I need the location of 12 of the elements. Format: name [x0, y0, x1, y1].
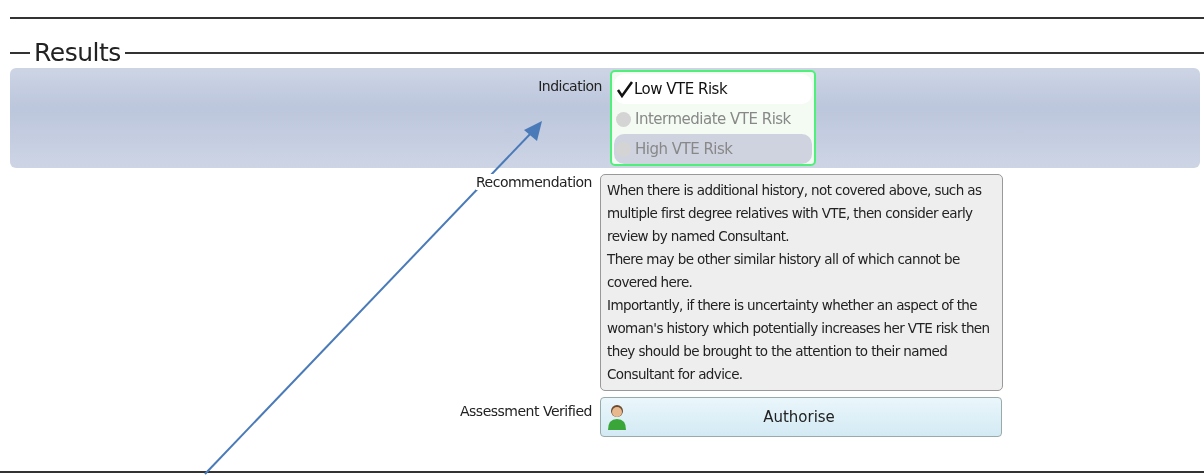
recommendation-paragraph: When there is additional history, not covered above, such as multiple first degree relatives with VTE, then consider early review by named Consultant.: [607, 181, 983, 246]
option-label: Intermediate VTE Risk: [635, 108, 791, 130]
recommendation-paragraph: Importantly, if there is uncertainty whether an aspect of the woman's history which potentially increases her VTE risk then they should be brought to the attention to their named Consultant for advice.: [607, 296, 991, 384]
field-label: Indication: [538, 78, 602, 94]
section-title: Results: [33, 38, 122, 68]
option-label: High VTE Risk: [635, 138, 733, 160]
field-label: Assessment Verified: [460, 403, 592, 419]
radio-option[interactable]: Low VTE Risk: [614, 74, 812, 104]
option-label: Low VTE Risk: [634, 78, 728, 100]
recommendation-paragraph: There may be other similar history all of which cannot be covered here.: [607, 250, 961, 292]
field-label: Recommendation: [475, 174, 592, 190]
authorise-button[interactable]: Authorise: [600, 397, 1002, 437]
